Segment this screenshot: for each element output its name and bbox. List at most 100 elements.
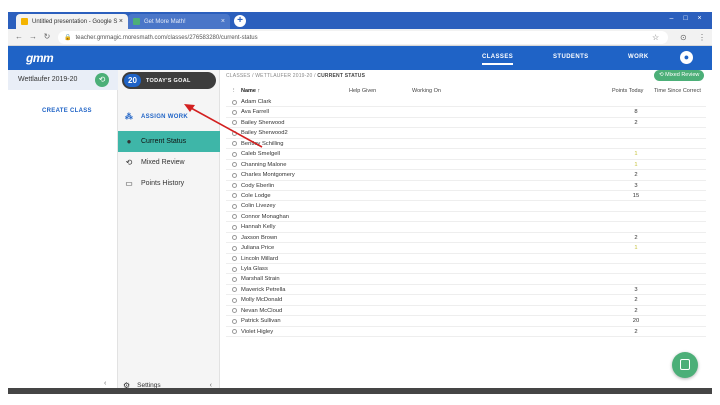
student-name[interactable]: Caleb Smelgell [241, 151, 280, 157]
extension-icon[interactable]: ⊙ [680, 33, 687, 42]
student-row[interactable]: Bailey Sherwood2 [226, 128, 706, 139]
student-name[interactable]: Molly McDonald [241, 297, 282, 303]
student-select-radio[interactable] [232, 141, 237, 147]
student-row[interactable]: Marshall Strain [226, 274, 706, 285]
student-name[interactable]: Hannah Kelly [241, 224, 275, 230]
student-name[interactable]: Lincoln Millard [241, 256, 278, 262]
student-select-radio[interactable] [232, 203, 237, 209]
nav-students[interactable]: STUDENTS [553, 54, 589, 60]
student-row[interactable]: Bailey Sherwood2 [226, 118, 706, 129]
star-icon[interactable]: ☆ [652, 33, 659, 42]
student-row[interactable]: Ava Farrell 8 [226, 107, 706, 118]
student-name[interactable]: Cody Eberlin [241, 183, 274, 189]
current-class-item[interactable]: Wettlaufer 2019-20 ⟲ [8, 70, 118, 90]
student-name[interactable]: Juliana Price [241, 245, 274, 251]
student-name[interactable]: Maverick Petrella [241, 287, 285, 293]
reload-icon[interactable]: ↻ [42, 32, 52, 41]
student-name[interactable]: Adam Clark [241, 99, 271, 105]
mixed-review-button[interactable]: ⟲ Mixed Review [654, 70, 705, 81]
browser-tab-gmm[interactable]: Get More Math! × [128, 14, 230, 29]
student-name[interactable]: Marshall Strain [241, 276, 280, 282]
maximize-icon[interactable]: □ [680, 14, 691, 23]
menu-item-mixed-review[interactable]: ⟲ Mixed Review [118, 152, 220, 173]
column-name-header[interactable]: Name ↑ [241, 88, 260, 94]
student-name[interactable]: Charles Montgomery [241, 172, 295, 178]
student-row[interactable]: Colin Livezey [226, 201, 706, 212]
student-select-radio[interactable] [232, 266, 237, 272]
student-select-radio[interactable] [232, 256, 237, 262]
student-select-radio[interactable] [232, 287, 237, 293]
student-select-radio[interactable] [232, 109, 237, 115]
student-select-radio[interactable] [232, 329, 237, 335]
student-select-radio[interactable] [232, 183, 237, 188]
student-name[interactable]: Bailey Sherwood [241, 120, 285, 126]
column-points-header[interactable]: Points Today [612, 88, 643, 94]
breadcrumb-class[interactable]: WETTLAUFER 2019-20 [255, 73, 312, 79]
student-row[interactable]: Violet Higley 2 [226, 327, 706, 338]
gmm-logo[interactable]: gmm [26, 51, 54, 65]
student-row[interactable]: Lyla Glass [226, 264, 706, 275]
close-tab-icon[interactable]: × [119, 18, 123, 25]
student-row[interactable]: Caleb Smelgell 1 [226, 149, 706, 160]
minimize-icon[interactable]: – [666, 14, 677, 23]
chat-support-button[interactable] [672, 352, 698, 378]
close-tab-icon[interactable]: × [221, 18, 225, 25]
student-name[interactable]: Channing Malone [241, 162, 286, 168]
student-name[interactable]: Nevan McCloud [241, 308, 282, 314]
student-select-radio[interactable] [232, 224, 237, 230]
student-name[interactable]: Bailey Sherwood2 [241, 130, 288, 136]
student-select-radio[interactable] [232, 172, 237, 178]
create-class-button[interactable]: CREATE CLASS [42, 108, 92, 114]
student-row[interactable]: Patrick Sullivan 20 [226, 316, 706, 327]
student-row[interactable]: Nevan McCloud 2 [226, 306, 706, 317]
student-row[interactable]: Adam Clark [226, 97, 706, 108]
nav-classes[interactable]: CLASSES [482, 54, 514, 65]
student-row[interactable]: Maverick Petrella 3 [226, 285, 706, 296]
new-tab-button[interactable]: + [234, 15, 246, 27]
student-name[interactable]: Jaxson Brown [241, 235, 277, 241]
student-select-radio[interactable] [232, 120, 237, 126]
student-select-radio[interactable] [232, 318, 237, 324]
class-history-icon[interactable]: ⟲ [95, 73, 109, 87]
student-select-radio[interactable] [232, 162, 237, 168]
student-select-radio[interactable] [232, 99, 237, 105]
student-row[interactable]: Cody Eberlin 3 [226, 181, 706, 191]
column-working-header[interactable]: Working On [412, 88, 441, 94]
column-time-header[interactable]: Time Since Correct [654, 88, 701, 94]
student-row[interactable]: Bentley Schilling [226, 139, 706, 150]
student-row[interactable]: Jaxson Brown 2 [226, 233, 706, 244]
student-select-radio[interactable] [232, 193, 237, 199]
student-row[interactable]: Lincoln Millard [226, 254, 706, 264]
student-name[interactable]: Colin Livezey [241, 203, 275, 209]
back-arrow-icon[interactable]: ← [14, 32, 24, 41]
student-select-radio[interactable] [232, 130, 237, 136]
menu-dots-icon[interactable]: ⋮ [698, 33, 706, 42]
student-name[interactable]: Connor Monaghan [241, 214, 289, 220]
user-account-icon[interactable]: ● [680, 51, 693, 64]
browser-tab-presentation[interactable]: Untitled presentation - Google S × [16, 14, 128, 29]
student-name[interactable]: Violet Higley [241, 329, 273, 335]
forward-arrow-icon[interactable]: → [28, 32, 38, 41]
url-input[interactable]: 🔒 teacher.gmmagic.moresmath.com/classes/… [58, 31, 668, 44]
student-row[interactable]: Hannah Kelly [226, 222, 706, 233]
student-row[interactable]: Cole Lodge 15 [226, 191, 706, 202]
menu-item-points-history[interactable]: ▭ Points History [118, 173, 220, 194]
collapse-class-sidebar-icon[interactable]: ‹ [104, 380, 106, 387]
select-all-icon[interactable]: ⋮ [231, 88, 237, 94]
student-select-radio[interactable] [232, 235, 237, 241]
student-row[interactable]: Connor Monaghan [226, 212, 706, 223]
student-name[interactable]: Lyla Glass [241, 266, 268, 272]
student-select-radio[interactable] [232, 276, 237, 282]
nav-work[interactable]: WORK [628, 54, 649, 60]
student-row[interactable]: Juliana Price 1 [226, 243, 706, 254]
student-name[interactable]: Cole Lodge [241, 193, 271, 199]
student-select-radio[interactable] [232, 151, 237, 157]
close-window-icon[interactable]: × [694, 14, 705, 23]
student-row[interactable]: Charles Montgomery 2 [226, 170, 706, 181]
student-select-radio[interactable] [232, 297, 237, 303]
student-name[interactable]: Bentley Schilling [241, 141, 284, 147]
student-name[interactable]: Patrick Sullivan [241, 318, 281, 324]
column-help-header[interactable]: Help Given [349, 88, 376, 94]
menu-item-current-status[interactable]: ● Current Status [118, 131, 220, 152]
student-select-radio[interactable] [232, 214, 237, 220]
